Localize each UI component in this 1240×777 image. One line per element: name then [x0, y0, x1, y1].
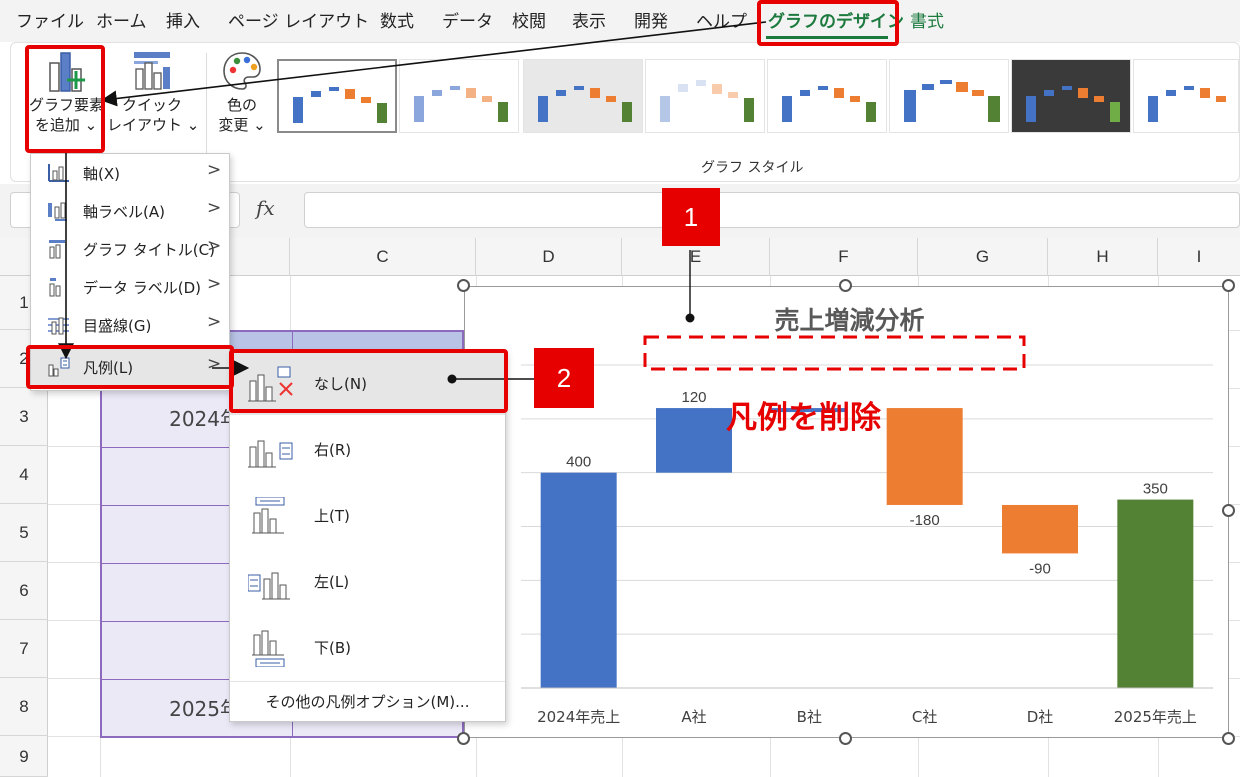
step-badge-2: 2 — [534, 348, 594, 408]
annotation-caption: 凡例を削除 — [726, 400, 881, 436]
highlight-chart-design-tab — [757, 0, 899, 46]
highlight-legend-item — [26, 345, 234, 389]
step-badge-1: 1 — [662, 188, 720, 246]
highlight-legend-none — [229, 349, 508, 413]
highlight-add-element-button — [25, 45, 105, 153]
